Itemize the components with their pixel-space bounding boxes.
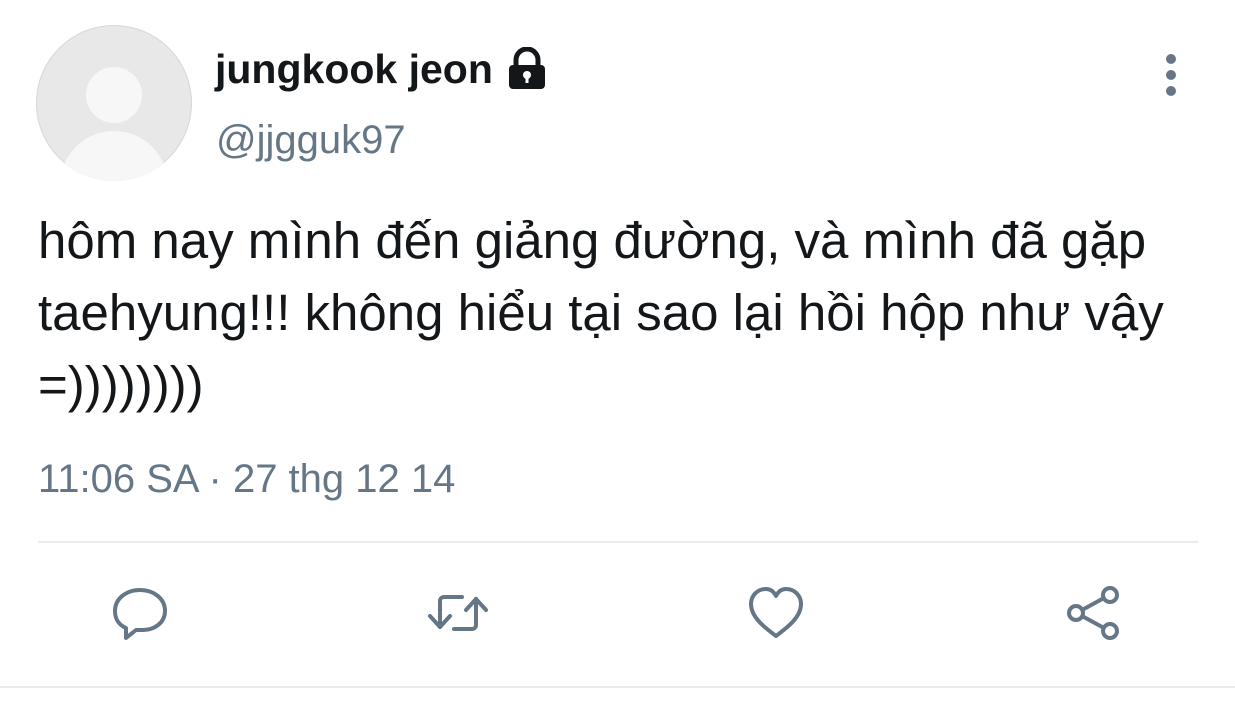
tweet-timestamp[interactable]: 11:06 SA · 27 thg 12 14 (38, 452, 455, 506)
divider (38, 541, 1198, 543)
tweet-card: jungkook jeon @jjgguk97 hôm nay mình đến… (0, 0, 1235, 705)
more-options-icon[interactable] (1155, 50, 1187, 100)
heart-icon (746, 587, 806, 647)
user-name-row: jungkook jeon (215, 44, 549, 94)
retweet-icon (428, 595, 488, 647)
tweet-text: hôm nay mình đến giảng đường, và mình đã… (38, 212, 1164, 413)
avatar-head (86, 67, 142, 123)
display-name[interactable]: jungkook jeon (215, 44, 493, 94)
share-button[interactable] (1063, 583, 1123, 643)
reply-button[interactable] (110, 583, 170, 643)
like-button[interactable] (746, 583, 806, 643)
lock-icon (505, 46, 549, 91)
share-icon (1063, 586, 1123, 647)
retweet-button[interactable] (428, 583, 488, 643)
reply-icon (110, 588, 170, 647)
avatar-shoulders (60, 131, 168, 181)
avatar[interactable] (36, 25, 192, 181)
user-handle[interactable]: @jjgguk97 (216, 115, 406, 165)
bottom-divider (0, 686, 1235, 688)
